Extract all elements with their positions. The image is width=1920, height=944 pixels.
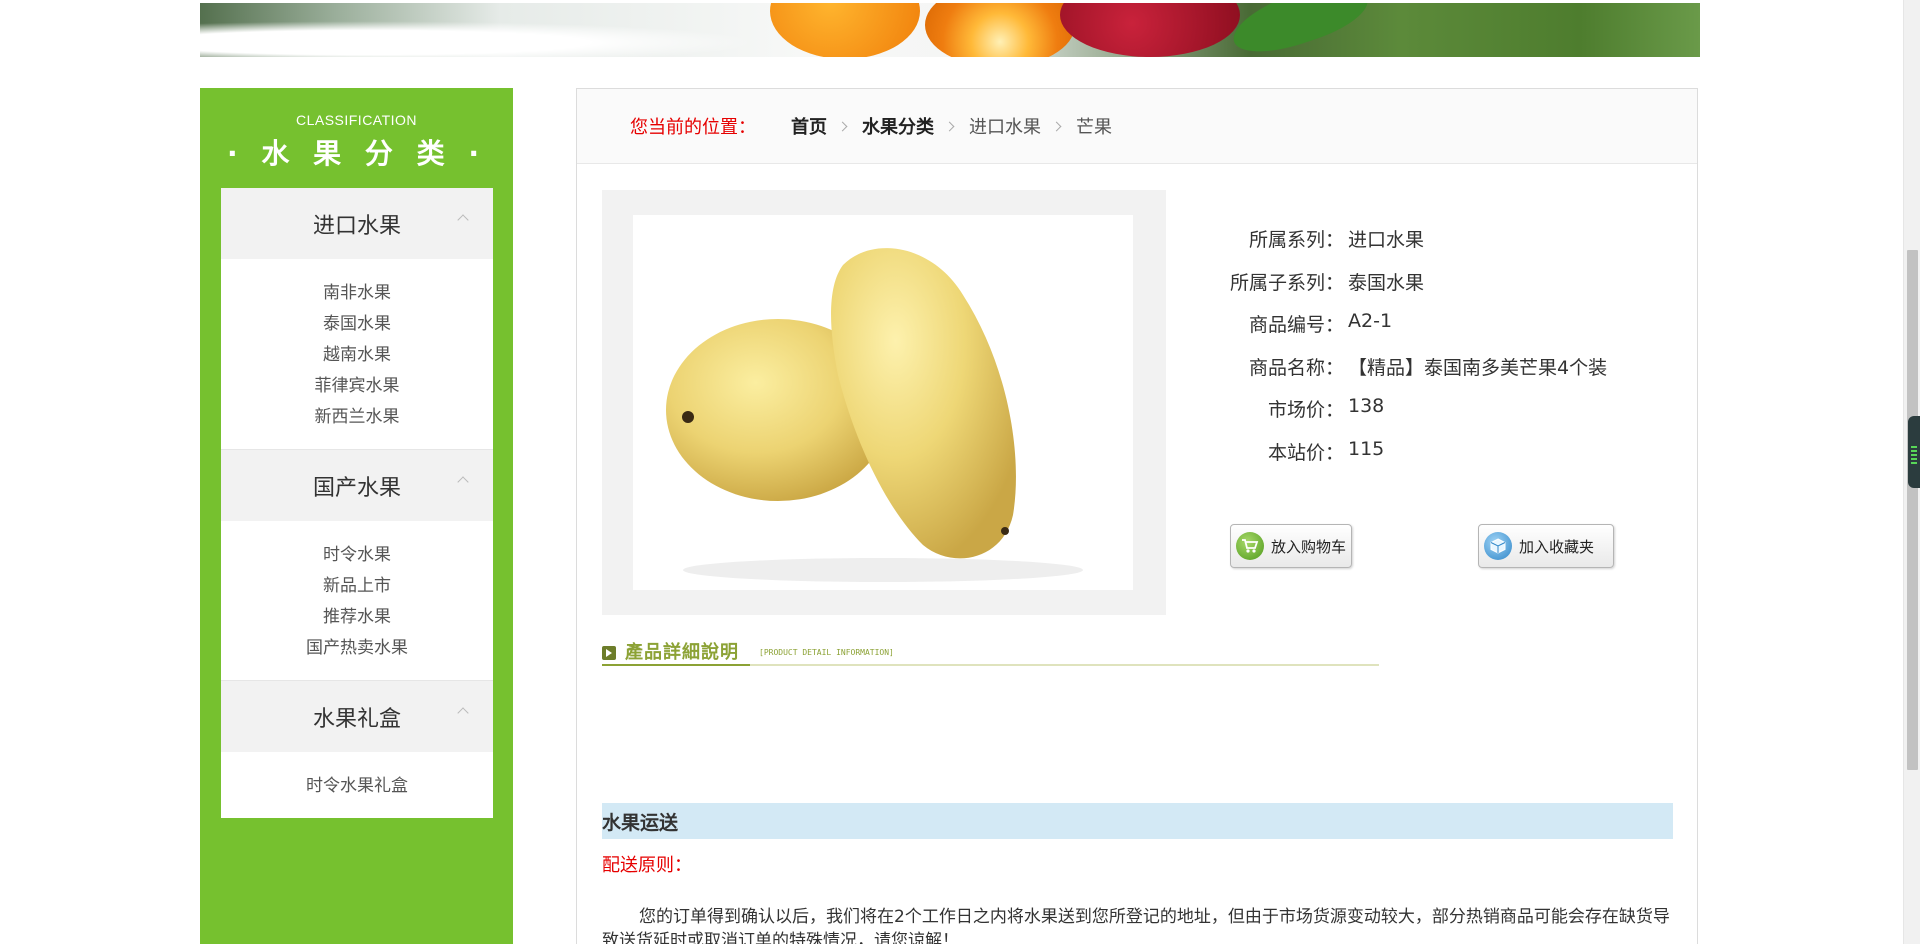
product-image-frame (602, 190, 1166, 615)
add-to-favorites-label: 加入收藏夹 (1519, 537, 1595, 556)
category-item[interactable]: 泰国水果 (221, 309, 493, 340)
add-to-cart-button[interactable]: 放入购物车 (1230, 524, 1352, 568)
chevron-right-icon (944, 121, 955, 131)
add-to-favorites-button[interactable]: 加入收藏夹 (1478, 524, 1614, 568)
sidebar-title-cn: · 水 果 分 类 · (226, 137, 486, 170)
chevron-right-icon (1051, 121, 1062, 131)
shipping-subtitle: 配送原则： (602, 855, 692, 876)
category-header-domestic[interactable]: 国产水果 (221, 450, 493, 521)
shipping-text: 您的订单得到确认以后，我们将在2个工作日之内将水果送到您所登记的地址，但由于市场… (602, 907, 1670, 944)
box-icon (1484, 532, 1512, 560)
breadcrumb-category-link[interactable]: 水果分类 (862, 113, 934, 139)
info-value: 115 (1348, 437, 1385, 460)
side-float-tab[interactable] (1908, 416, 1920, 488)
category-item[interactable]: 新西兰水果 (221, 402, 493, 433)
product-info: 所属系列： 进口水果 所属子系列： 泰国水果 商品编号： A2-1 商品名称： … (1207, 225, 1607, 480)
info-row-subseries: 所属子系列： 泰国水果 (1207, 268, 1607, 311)
category-list-giftbox: 时令水果礼盒 (221, 752, 493, 818)
arrow-right-icon (602, 646, 616, 660)
product-image (633, 215, 1133, 590)
shipping-title: 水果运送 (602, 803, 1673, 839)
info-row-name: 商品名称： 【精品】泰国南多美芒果4个装 (1207, 353, 1607, 396)
info-key: 市场价： (1267, 399, 1344, 421)
category-item[interactable]: 推荐水果 (221, 602, 493, 633)
info-key: 所属子系列： (1229, 271, 1344, 294)
chevron-right-icon (837, 121, 848, 131)
info-value: 进口水果 (1348, 229, 1425, 251)
category-label: 进口水果 (312, 213, 401, 239)
scrollbar-thumb[interactable] (1907, 250, 1918, 770)
category-panel: 进口水果 南非水果 泰国水果 越南水果 菲律宾水果 新西兰水果 国产水果 时令水… (221, 188, 493, 818)
info-value: 【精品】泰国南多美芒果4个装 (1348, 356, 1608, 379)
category-label: 国产水果 (312, 475, 401, 501)
info-key: 所属系列： (1248, 229, 1344, 251)
breadcrumb: 您当前的位置： 首页 水果分类 进口水果 芒果 (577, 89, 1697, 164)
category-header-imported[interactable]: 进口水果 (221, 188, 493, 259)
page: CLASSIFICATION · 水 果 分 类 · 进口水果 南非水果 泰国水… (0, 0, 1920, 944)
info-row-site-price: 本站价： 115 (1207, 438, 1607, 481)
category-label: 水果礼盒 (312, 706, 401, 732)
cart-icon (1236, 532, 1264, 560)
info-row-series: 所属系列： 进口水果 (1207, 225, 1607, 268)
top-banner (200, 3, 1700, 57)
sidebar-title-en: CLASSIFICATION (295, 112, 418, 128)
breadcrumb-home-link[interactable]: 首页 (791, 113, 827, 139)
chevron-up-icon[interactable] (457, 707, 469, 719)
sidebar-header: CLASSIFICATION · 水 果 分 类 · (200, 88, 513, 188)
category-item[interactable]: 时令水果 (221, 540, 493, 571)
info-value: 138 (1348, 395, 1385, 417)
info-row-market-price: 市场价： 138 (1207, 395, 1607, 438)
category-item[interactable]: 菲律宾水果 (221, 371, 493, 402)
category-header-giftbox[interactable]: 水果礼盒 (221, 681, 493, 752)
info-key: 本站价： (1267, 441, 1344, 464)
category-item[interactable]: 国产热卖水果 (221, 633, 493, 664)
info-key: 商品编号： (1248, 314, 1344, 336)
category-list-imported: 南非水果 泰国水果 越南水果 菲律宾水果 新西兰水果 (221, 259, 493, 449)
chevron-up-icon[interactable] (457, 476, 469, 488)
category-item[interactable]: 时令水果礼盒 (221, 771, 493, 802)
category-list-domestic: 时令水果 新品上市 推荐水果 国产热卖水果 (221, 521, 493, 680)
breadcrumb-label: 您当前的位置： (630, 117, 756, 138)
chevron-up-icon[interactable] (457, 214, 469, 226)
category-item[interactable]: 南非水果 (221, 278, 493, 309)
add-to-cart-label: 放入购物车 (1271, 537, 1347, 556)
category-item[interactable]: 越南水果 (221, 340, 493, 371)
product-detail-heading: 產品詳細說明 [PRODUCT DETAIL INFORMATION] (602, 636, 1379, 666)
category-sidebar: CLASSIFICATION · 水 果 分 类 · 进口水果 南非水果 泰国水… (200, 88, 513, 944)
info-value: A2-1 (1348, 310, 1393, 332)
category-item[interactable]: 新品上市 (221, 571, 493, 602)
info-value: 泰国水果 (1348, 271, 1425, 294)
detail-title-cn: 產品詳細說明 (625, 642, 739, 663)
product-content: 您当前的位置： 首页 水果分类 进口水果 芒果 所属系列： 进口水果 所属子系列… (576, 88, 1698, 944)
detail-title-en: [PRODUCT DETAIL INFORMATION] (759, 648, 894, 657)
info-key: 商品名称： (1248, 356, 1344, 379)
breadcrumb-current: 芒果 (1076, 117, 1112, 138)
breadcrumb-subcategory-link[interactable]: 进口水果 (969, 113, 1041, 139)
info-row-sku: 商品编号： A2-1 (1207, 310, 1607, 353)
